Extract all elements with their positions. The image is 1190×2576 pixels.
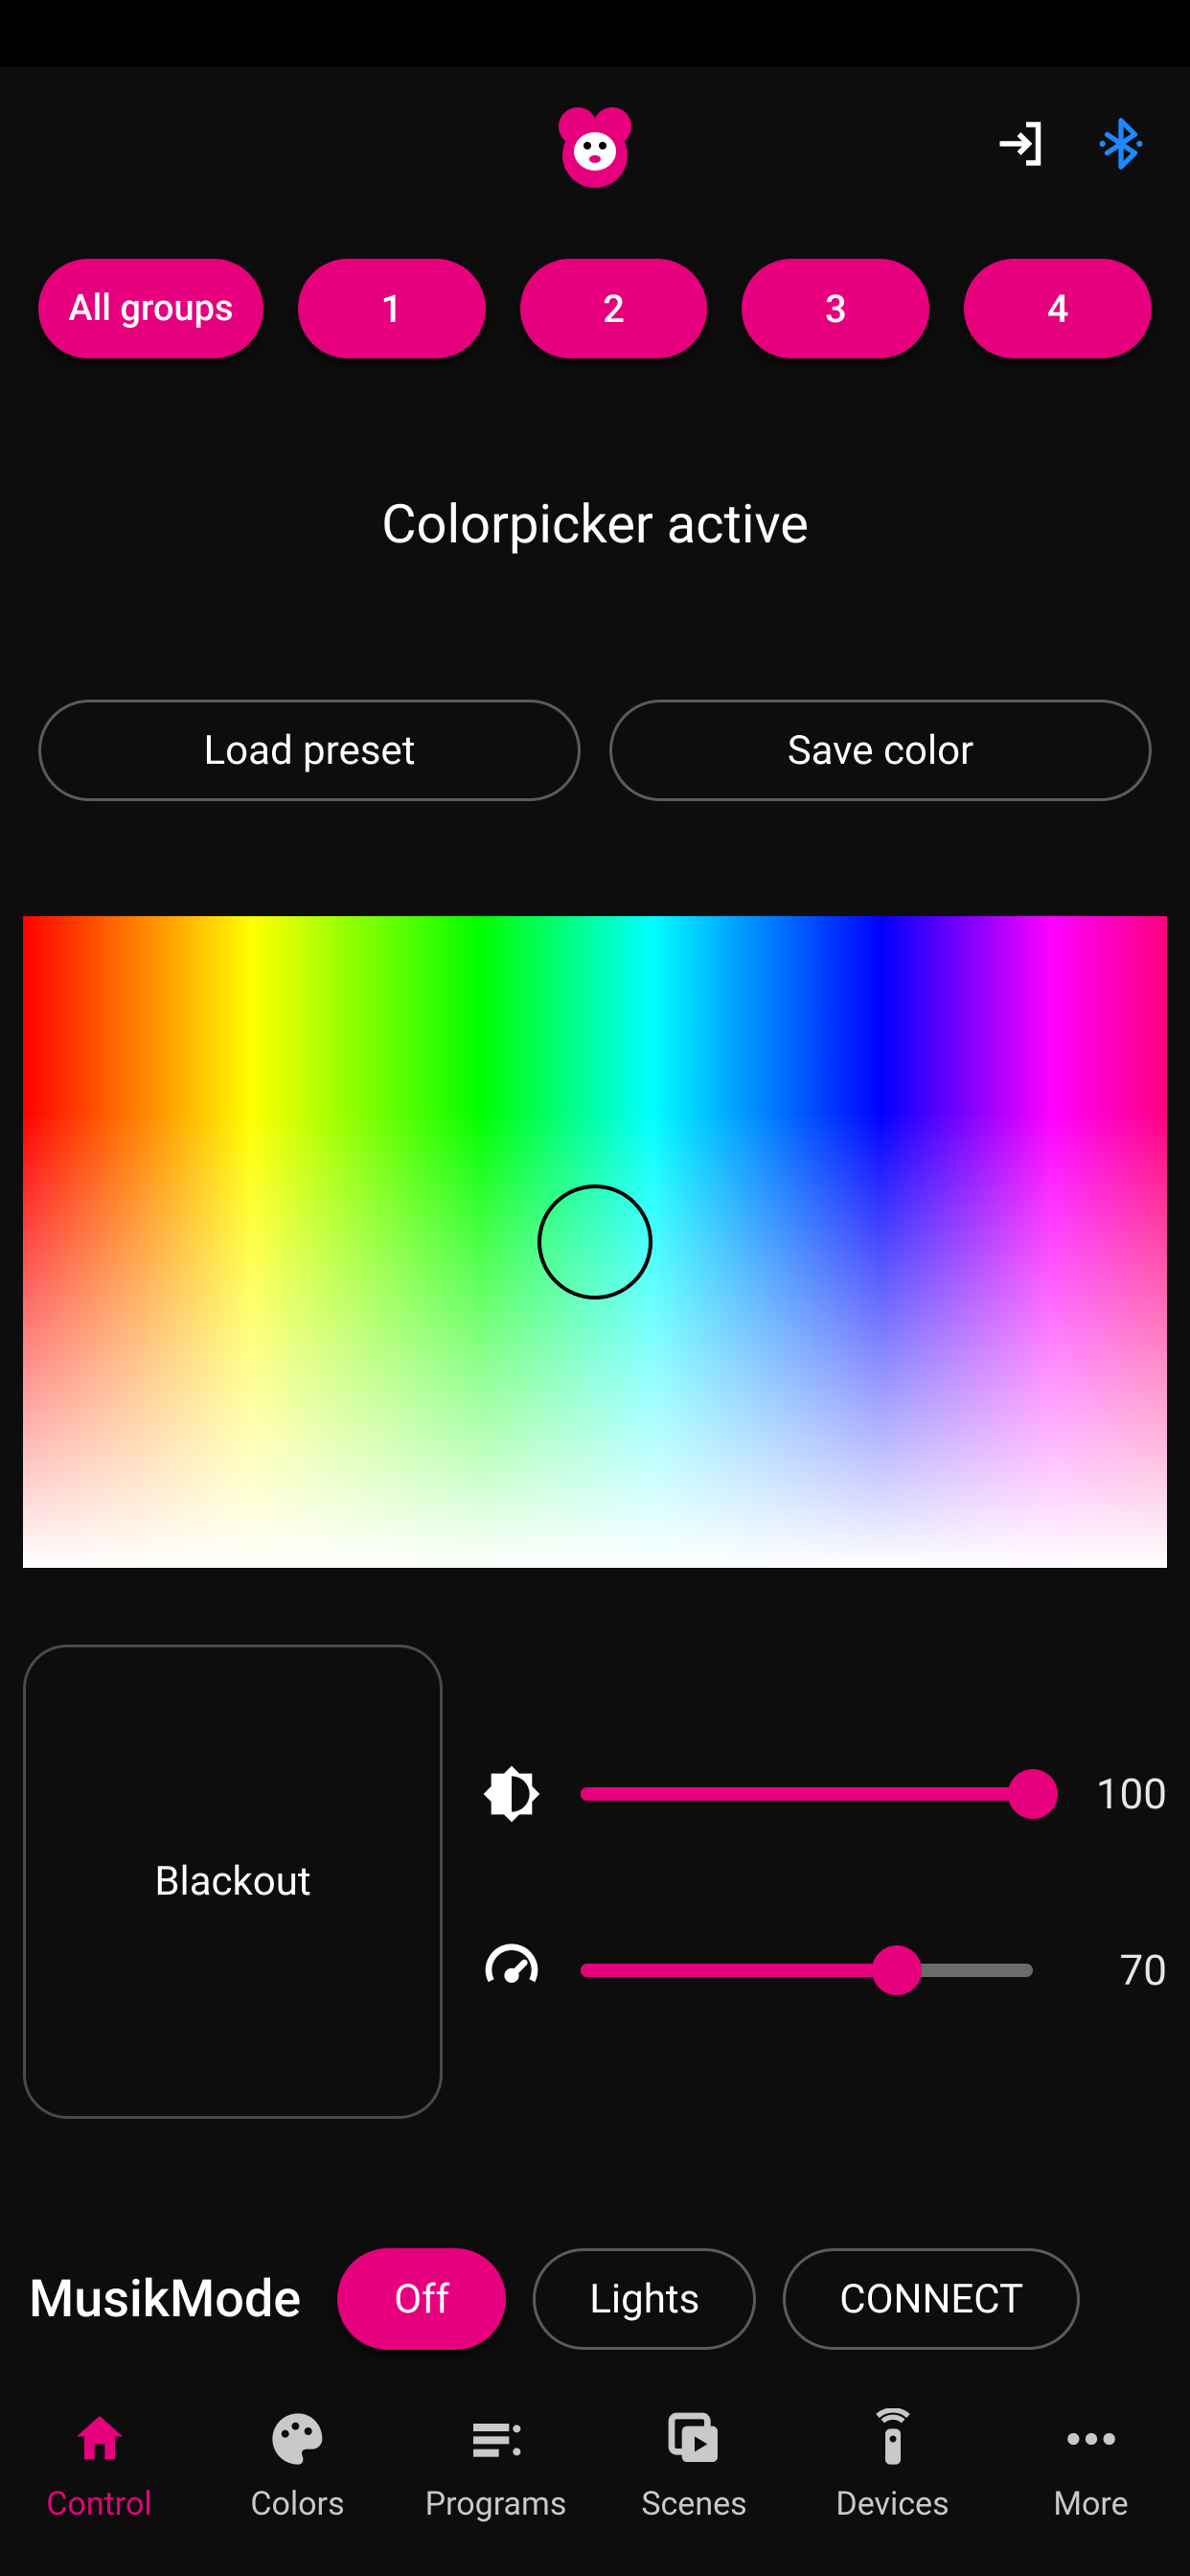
app-logo-icon: [547, 96, 643, 192]
nav-label: Scenes: [641, 2485, 746, 2523]
brightness-slider[interactable]: [581, 1787, 1033, 1801]
color-picker[interactable]: [23, 916, 1167, 1568]
nav-devices[interactable]: Devices: [797, 2408, 989, 2523]
brightness-value: 100: [1071, 1769, 1167, 1819]
list-icon: [466, 2408, 527, 2470]
nav-colors[interactable]: Colors: [202, 2408, 394, 2523]
nav-programs[interactable]: Programs: [400, 2408, 592, 2523]
speed-value: 70: [1071, 1945, 1167, 1995]
status-bar: [0, 0, 1190, 67]
nav-label: Devices: [835, 2485, 949, 2523]
home-icon: [69, 2408, 130, 2470]
group-3-button[interactable]: 3: [742, 259, 929, 358]
nav-label: Colors: [250, 2485, 344, 2523]
save-color-button[interactable]: Save color: [609, 700, 1152, 801]
speed-slider[interactable]: [581, 1964, 1033, 1977]
color-picker-handle[interactable]: [538, 1184, 652, 1300]
musik-lights-button[interactable]: Lights: [533, 2248, 756, 2350]
musik-mode-label: MusikMode: [29, 2269, 301, 2330]
palette-icon: [267, 2408, 329, 2470]
login-icon[interactable]: [991, 113, 1052, 174]
brightness-icon: [481, 1763, 542, 1825]
load-preset-button[interactable]: Load preset: [38, 700, 581, 801]
speed-icon: [481, 1940, 542, 2001]
remote-icon: [862, 2408, 924, 2470]
nav-control[interactable]: Control: [4, 2408, 195, 2523]
nav-scenes[interactable]: Scenes: [599, 2408, 790, 2523]
bottom-nav: Control Colors Programs Scenes Devices M…: [0, 2365, 1190, 2576]
nav-label: Programs: [425, 2485, 567, 2523]
group-2-button[interactable]: 2: [520, 259, 708, 358]
brightness-slider-row: 100: [481, 1763, 1167, 1825]
controls-section: Blackout 100: [0, 1644, 1190, 2119]
musik-connect-button[interactable]: CONNECT: [783, 2248, 1080, 2350]
status-title: Colorpicker active: [0, 493, 1190, 556]
nav-more[interactable]: More: [995, 2408, 1187, 2523]
speed-slider-row: 70: [481, 1940, 1167, 2001]
preset-row: Load preset Save color: [0, 700, 1190, 801]
group-4-button[interactable]: 4: [964, 259, 1152, 358]
nav-label: More: [1053, 2485, 1128, 2523]
app-header: [0, 67, 1190, 220]
group-1-button[interactable]: 1: [298, 259, 486, 358]
bluetooth-icon[interactable]: [1090, 113, 1152, 174]
scenes-icon: [664, 2408, 725, 2470]
musik-off-button[interactable]: Off: [337, 2248, 506, 2350]
musik-mode-row: MusikMode Off Lights CONNECT: [0, 2248, 1190, 2350]
nav-label: Control: [46, 2485, 151, 2523]
more-icon: [1061, 2408, 1122, 2470]
blackout-button[interactable]: Blackout: [23, 1644, 443, 2119]
group-all-button[interactable]: All groups: [38, 259, 263, 358]
group-selector: All groups 1 2 3 4: [0, 220, 1190, 358]
